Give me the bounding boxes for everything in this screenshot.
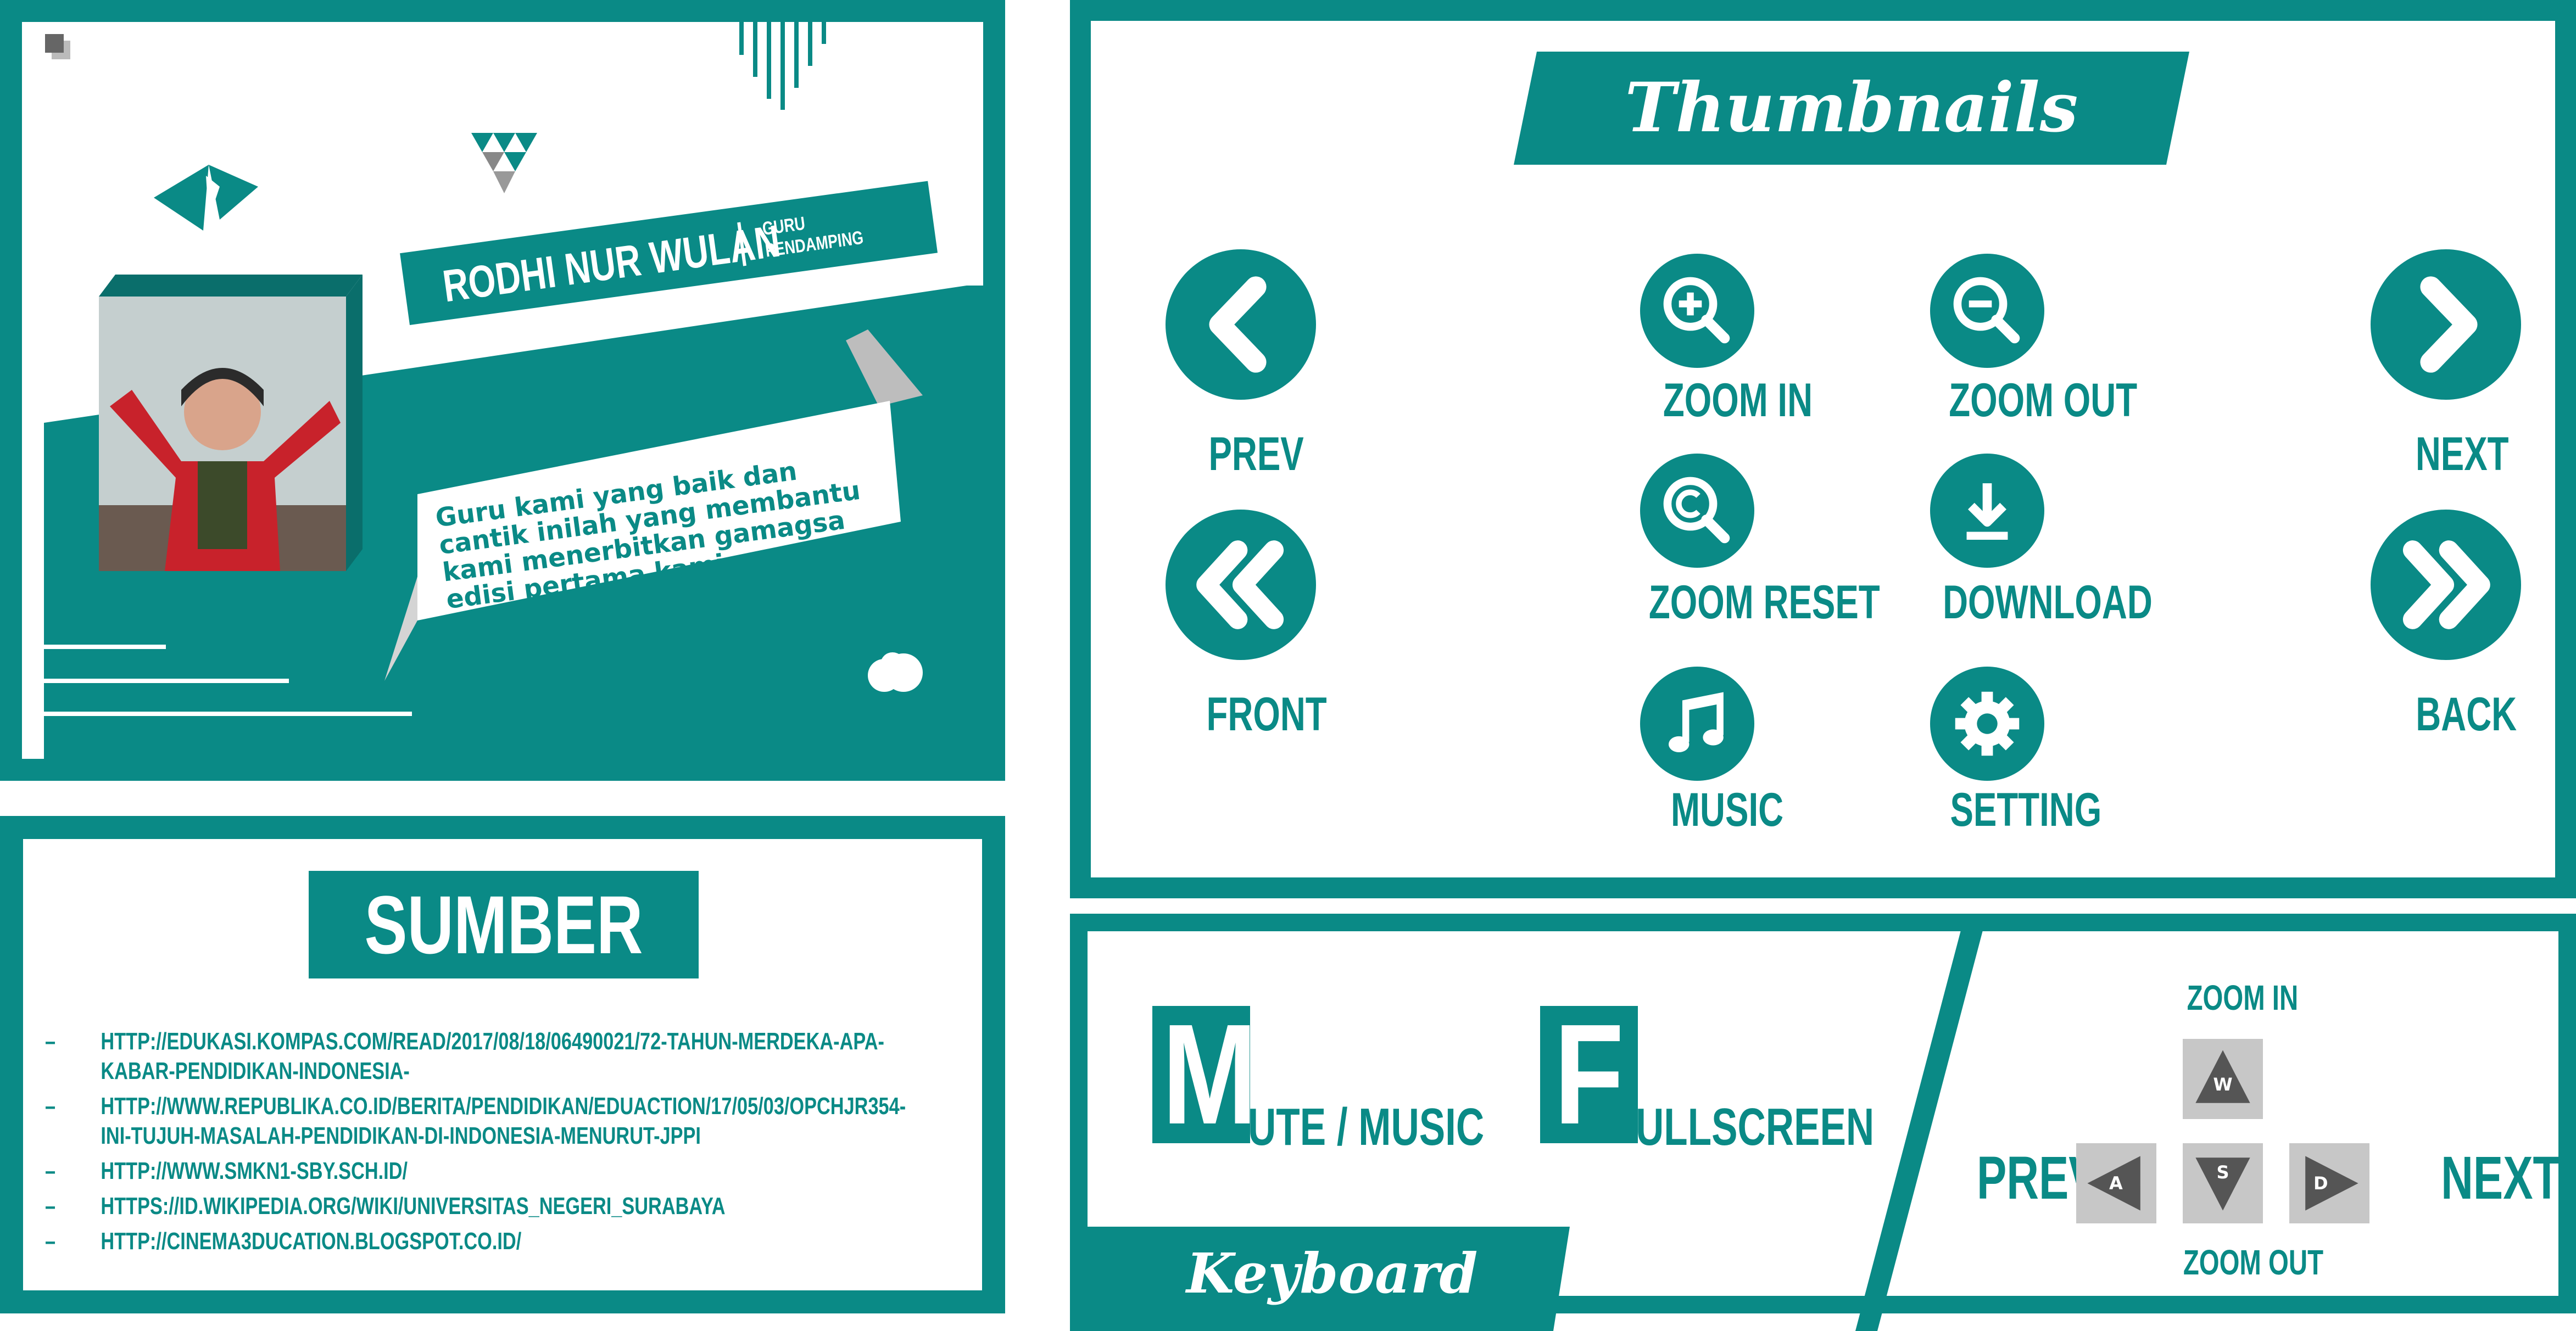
decor-line-2 xyxy=(44,679,289,683)
s-key[interactable]: S xyxy=(2183,1143,2263,1223)
d-key-letter: D xyxy=(2313,1173,2328,1194)
back-label: BACK xyxy=(2416,688,2517,741)
cloud-icon xyxy=(868,652,923,692)
keyboard-panel: Keyboard M UTE / MUSIC F ULLSCREEN ZOOM … xyxy=(1070,914,2576,1331)
zoom-reset-icon xyxy=(1663,477,1730,544)
sources-title-box: SUMBER xyxy=(309,871,699,978)
thumbnails-panel: Thumbnails PREV FRONT NEXT BACK ZOOM IN … xyxy=(1070,0,2576,898)
zoom-reset-button[interactable] xyxy=(1640,454,1754,568)
w-key-letter: W xyxy=(2213,1074,2233,1095)
mute-label: UTE / MUSIC xyxy=(1248,1098,1485,1156)
sources-title: SUMBER xyxy=(364,879,643,971)
setting-button[interactable] xyxy=(1930,667,2044,781)
profile-photo xyxy=(99,297,346,571)
arrow-right-icon xyxy=(2305,1156,2358,1211)
mute-key-badge: M xyxy=(1152,995,1258,1154)
fullscreen-key-letter: F xyxy=(1554,995,1624,1154)
download-button[interactable] xyxy=(1930,454,2044,568)
double-chevron-right-icon xyxy=(2402,540,2490,629)
sources-panel: SUMBER – HTTP://EDUKASI.KOMPAS.COM/READ/… xyxy=(0,816,1005,1313)
front-button[interactable] xyxy=(1166,510,1316,660)
download-label: DOWNLOAD xyxy=(1943,576,2153,629)
next-key-label: NEXT xyxy=(2441,1144,2561,1212)
zoom-out-button[interactable] xyxy=(1930,254,2044,368)
arrow-down-icon xyxy=(2195,1157,2250,1211)
prev-label: PREV xyxy=(1208,428,1304,480)
profile-panel: RODHI NUR WULAN GURU PENDAMPING Guru kam… xyxy=(0,0,1005,781)
d-key[interactable]: D xyxy=(2289,1143,2369,1223)
chevron-left-icon xyxy=(1209,276,1267,373)
source-item[interactable]: – HTTP://EDUKASI.KOMPAS.COM/READ/2017/08… xyxy=(45,1027,889,1086)
decor-lines xyxy=(739,11,826,110)
double-chevron-left-icon xyxy=(1196,540,1284,629)
decor-line-3 xyxy=(44,712,412,716)
decor-logo-triangles xyxy=(154,165,258,231)
next-button[interactable] xyxy=(2371,249,2521,400)
gear-icon xyxy=(1955,691,2020,756)
source-item[interactable]: – HTTP://CINEMA3DUCATION.BLOGSPOT.CO.ID/ xyxy=(45,1227,889,1256)
download-icon xyxy=(1966,483,2008,540)
decor-triangles-small xyxy=(471,133,537,193)
fullscreen-key-badge: F xyxy=(1540,995,1638,1154)
music-label: MUSIC xyxy=(1671,784,1784,836)
next-label: NEXT xyxy=(2415,428,2509,480)
source-item[interactable]: – HTTPS://ID.WIKIPEDIA.ORG/WIKI/UNIVERSI… xyxy=(45,1192,889,1221)
music-note-icon xyxy=(1669,692,1724,752)
front-label: FRONT xyxy=(1206,688,1327,741)
back-button[interactable] xyxy=(2371,510,2521,660)
zoom-in-key-label: ZOOM IN xyxy=(2187,978,2299,1017)
zoom-in-icon xyxy=(1663,277,1730,344)
thumbnails-title: Thumbnails xyxy=(1625,68,2078,148)
zoom-out-label: ZOOM OUT xyxy=(1949,374,2138,427)
music-button[interactable] xyxy=(1640,667,1754,781)
a-key[interactable]: A xyxy=(2076,1143,2156,1223)
decor-squares xyxy=(45,34,73,61)
photo-frame xyxy=(99,258,368,571)
zoom-reset-label: ZOOM RESET xyxy=(1648,576,1880,629)
keyboard-title: Keyboard xyxy=(1186,1241,1478,1306)
prev-button[interactable] xyxy=(1166,249,1316,400)
zoom-out-key-label: ZOOM OUT xyxy=(2183,1243,2324,1282)
decor-line-1 xyxy=(44,645,166,649)
zoom-in-label: ZOOM IN xyxy=(1663,374,1813,427)
zoom-in-button[interactable] xyxy=(1640,254,1754,368)
fullscreen-label: ULLSCREEN xyxy=(1636,1098,1875,1156)
a-key-letter: A xyxy=(2109,1173,2123,1194)
w-key[interactable]: W xyxy=(2183,1039,2263,1119)
chevron-right-icon xyxy=(2420,276,2478,373)
setting-label: SETTING xyxy=(1950,784,2102,836)
s-key-letter: S xyxy=(2216,1162,2229,1183)
source-item[interactable]: – HTTP://WWW.SMKN1-SBY.SCH.ID/ xyxy=(45,1156,889,1186)
mute-key-letter: M xyxy=(1162,995,1258,1154)
zoom-out-icon xyxy=(1953,277,2020,344)
divider xyxy=(1855,914,1987,1331)
sources-list: – HTTP://EDUKASI.KOMPAS.COM/READ/2017/08… xyxy=(45,1027,906,1262)
source-item[interactable]: – HTTP://WWW.REPUBLIKA.CO.ID/BERITA/PEND… xyxy=(45,1092,906,1151)
